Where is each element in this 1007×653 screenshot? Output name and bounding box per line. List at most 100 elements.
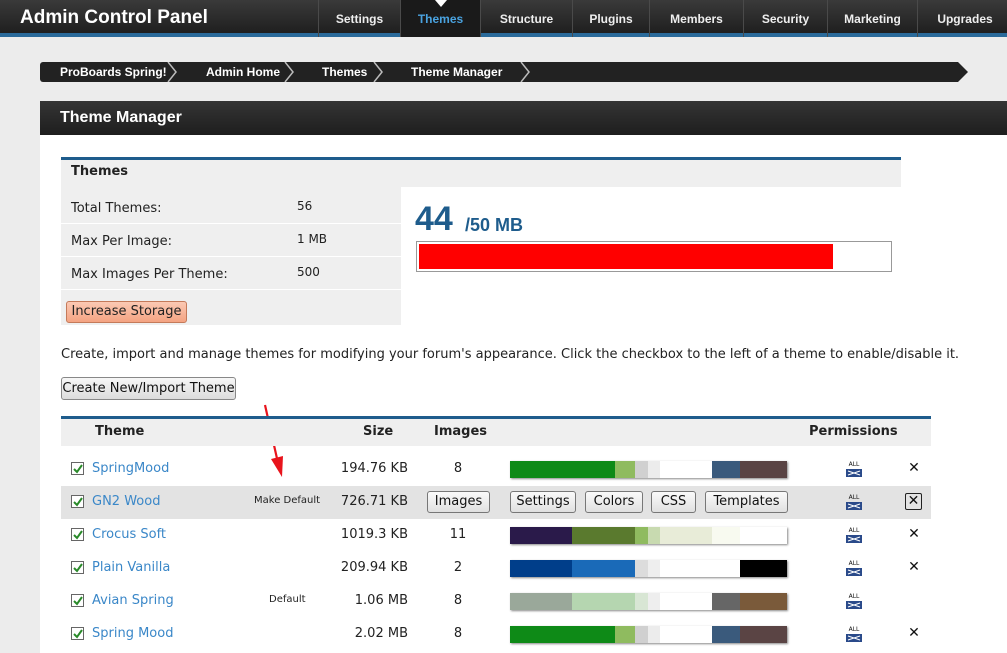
palette-swatch — [740, 593, 787, 610]
delete-theme-icon[interactable]: ✕ — [907, 559, 921, 575]
storage-max: /50 MB — [465, 215, 524, 235]
enable-theme-checkbox[interactable] — [71, 561, 84, 574]
checkmark-icon — [73, 497, 83, 507]
palette-swatch — [712, 527, 740, 544]
palette-swatch — [660, 593, 712, 610]
table-row: Avian Spring Default 1.06 MB 8 ALL — [61, 585, 931, 618]
palette-swatch — [740, 461, 787, 478]
theme-size: 2.02 MB — [354, 626, 408, 641]
main-nav: Settings Themes Structure Plugins Members Sec… — [318, 0, 1007, 37]
breadcrumb-admin-home[interactable]: Admin Home — [206, 62, 280, 82]
palette-swatch — [648, 461, 660, 478]
palette-swatch — [572, 626, 615, 643]
theme-color-palette — [510, 461, 787, 478]
checkmark-icon — [73, 563, 83, 573]
palette-swatch — [615, 461, 635, 478]
panel-header: Theme Manager — [40, 101, 1007, 135]
breadcrumb-separator-icon — [373, 62, 383, 82]
palette-swatch — [510, 527, 572, 544]
theme-colors-button[interactable]: Colors — [585, 491, 643, 513]
storage-progress-bar — [416, 241, 892, 272]
column-images: Images — [434, 424, 488, 439]
svg-text:ALL: ALL — [849, 494, 860, 501]
palette-swatch — [635, 593, 648, 610]
palette-swatch — [510, 593, 572, 610]
enable-theme-checkbox[interactable] — [71, 495, 84, 508]
total-themes-value: 56 — [297, 199, 313, 213]
nav-tab-upgrades[interactable]: Upgrades — [917, 0, 1007, 37]
theme-name-link[interactable]: Crocus Soft — [92, 527, 166, 542]
palette-swatch — [740, 560, 787, 577]
theme-settings-button[interactable]: Settings — [510, 491, 576, 513]
nav-tab-plugins[interactable]: Plugins — [572, 0, 649, 37]
theme-images-button[interactable]: Images — [427, 491, 490, 513]
breadcrumb-theme-manager[interactable]: Theme Manager — [411, 62, 502, 82]
theme-size: 726.71 KB — [340, 494, 408, 509]
breadcrumb-separator-icon — [284, 62, 294, 82]
create-import-theme-button[interactable]: Create New/Import Theme — [61, 377, 236, 400]
palette-swatch — [572, 593, 615, 610]
all-users-icon[interactable]: ALL — [844, 558, 864, 580]
increase-storage-button[interactable]: Increase Storage — [66, 301, 187, 323]
intro-text: Create, import and manage themes for mod… — [61, 347, 960, 362]
all-users-icon[interactable]: ALL — [844, 492, 864, 514]
theme-image-count: 2 — [453, 560, 463, 575]
svg-text:ALL: ALL — [849, 527, 860, 534]
breadcrumb-themes[interactable]: Themes — [322, 62, 367, 82]
enable-theme-checkbox[interactable] — [71, 594, 84, 607]
breadcrumb-forum[interactable]: ProBoards Spring! — [60, 62, 167, 82]
total-themes-label: Total Themes: — [71, 201, 162, 216]
palette-swatch — [510, 461, 572, 478]
table-row: Spring Mood 2.02 MB 8 ALL ✕ — [61, 618, 931, 651]
theme-css-button[interactable]: CSS — [651, 491, 696, 513]
theme-templates-button[interactable]: Templates — [705, 491, 788, 513]
theme-name-link[interactable]: Plain Vanilla — [92, 560, 170, 575]
theme-image-count: 8 — [453, 461, 463, 476]
breadcrumb-separator-icon — [167, 62, 177, 82]
table-row: Crocus Soft 1019.3 KB 11 ALL ✕ — [61, 519, 931, 552]
palette-swatch — [660, 527, 712, 544]
nav-tab-security[interactable]: Security — [743, 0, 827, 37]
delete-theme-icon[interactable]: ✕ — [907, 460, 921, 476]
palette-swatch — [660, 626, 712, 643]
theme-color-palette — [510, 626, 787, 643]
palette-swatch — [648, 593, 660, 610]
theme-name-link[interactable]: Avian Spring — [92, 593, 174, 608]
theme-name-link[interactable]: SpringMood — [92, 461, 169, 476]
nav-tab-settings[interactable]: Settings — [318, 0, 400, 37]
max-images-value: 500 — [297, 265, 320, 279]
palette-swatch — [660, 560, 712, 577]
theme-name-link[interactable]: Spring Mood — [92, 626, 173, 641]
all-users-icon[interactable]: ALL — [844, 591, 864, 613]
top-bar: Admin Control Panel Settings Themes Struct… — [0, 0, 1007, 37]
checkmark-icon — [73, 596, 83, 606]
delete-theme-icon[interactable]: ✕ — [907, 625, 921, 641]
nav-tab-marketing[interactable]: Marketing — [827, 0, 917, 37]
enable-theme-checkbox[interactable] — [71, 627, 84, 640]
breadcrumb-separator-icon — [520, 62, 530, 82]
delete-theme-icon[interactable]: ✕ — [905, 493, 922, 510]
palette-swatch — [635, 461, 648, 478]
nav-tab-members[interactable]: Members — [649, 0, 743, 37]
palette-swatch — [572, 461, 615, 478]
enable-theme-checkbox[interactable] — [71, 528, 84, 541]
theme-name-link[interactable]: GN2 Wood — [92, 494, 160, 509]
theme-size: 194.76 KB — [340, 461, 408, 476]
theme-default-status[interactable]: Make Default — [254, 495, 320, 506]
delete-theme-icon[interactable]: ✕ — [907, 526, 921, 542]
nav-tab-structure[interactable]: Structure — [480, 0, 572, 37]
palette-swatch — [510, 626, 572, 643]
palette-swatch — [740, 626, 787, 643]
all-users-icon[interactable]: ALL — [844, 459, 864, 481]
all-users-icon[interactable]: ALL — [844, 624, 864, 646]
nav-tab-themes[interactable]: Themes — [400, 0, 480, 37]
column-theme: Theme — [95, 424, 145, 439]
svg-text:ALL: ALL — [849, 626, 860, 633]
theme-color-palette — [510, 593, 787, 610]
enable-theme-checkbox[interactable] — [71, 462, 84, 475]
theme-default-status: Default — [269, 594, 306, 605]
all-users-icon[interactable]: ALL — [844, 525, 864, 547]
theme-size: 209.94 KB — [340, 560, 408, 575]
max-images-label: Max Images Per Theme: — [71, 267, 228, 282]
palette-swatch — [740, 527, 787, 544]
